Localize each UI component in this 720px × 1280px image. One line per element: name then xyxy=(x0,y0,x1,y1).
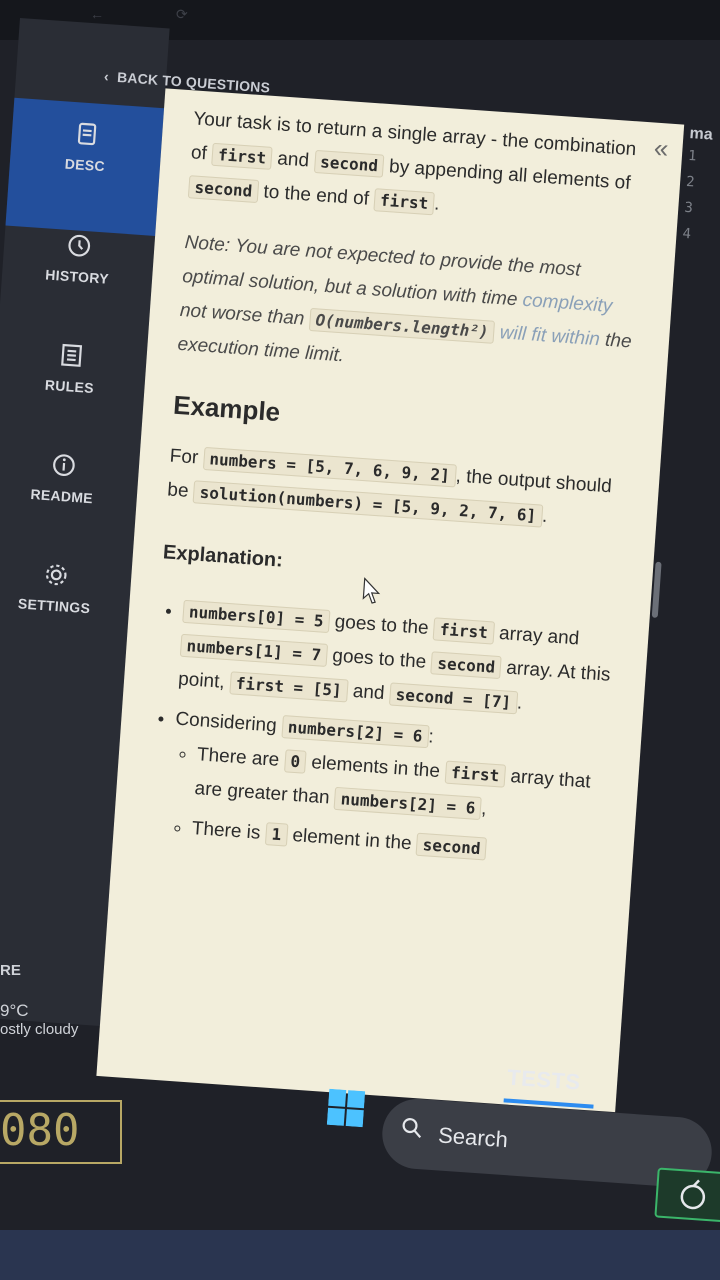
app-screen: ‹ BACK TO QUESTIONS DESC HISTORY RULES R… xyxy=(0,18,718,1144)
sidebar-item-history[interactable]: HISTORY xyxy=(2,227,155,291)
line-number: 4 xyxy=(682,225,692,243)
description-content: Your task is to return a single array - … xyxy=(113,88,684,876)
desk-surface xyxy=(0,1230,720,1280)
chevron-left-icon: ‹ xyxy=(103,68,118,85)
explanation-heading: Explanation: xyxy=(162,541,284,572)
explanation-list: numbers[0] = 5 goes to the first array a… xyxy=(143,593,619,874)
description-panel: « Your task is to return a single array … xyxy=(96,88,685,1113)
search-icon xyxy=(402,1118,422,1139)
info-icon xyxy=(53,454,75,476)
tab-tests[interactable]: TESTS xyxy=(506,1065,581,1096)
display-badge: 080 xyxy=(0,1100,122,1164)
sidebar-item-settings[interactable]: SETTINGS xyxy=(0,557,132,621)
weather-widget[interactable]: RE 9°C ostly cloudy xyxy=(0,962,78,1038)
back-arrow-icon[interactable]: ← xyxy=(90,6,104,22)
sidebar-item-label: RULES xyxy=(44,376,95,397)
list-icon xyxy=(61,343,83,367)
windows-start-icon[interactable] xyxy=(326,1088,366,1128)
sidebar-item-rules[interactable]: RULES xyxy=(0,337,147,401)
apple-app-icon[interactable] xyxy=(654,1167,720,1223)
task-paragraph: Your task is to return a single array - … xyxy=(187,102,653,236)
complexity-note: Note: You are not expected to provide th… xyxy=(176,232,633,367)
refresh-icon[interactable]: ⟳ xyxy=(176,6,188,23)
sidebar-item-label: HISTORY xyxy=(44,266,110,287)
list-item: Considering numbers[2] = 6: There are 0 … xyxy=(167,703,612,875)
sidebar-item-label: README xyxy=(30,485,94,507)
panel-scrollbar[interactable] xyxy=(651,561,662,618)
mouse-cursor-icon xyxy=(362,576,382,609)
sidebar-item-desc[interactable]: DESC xyxy=(5,97,165,236)
sidebar-item-readme[interactable]: README xyxy=(0,447,140,511)
sidebar-item-label: DESC xyxy=(64,155,106,175)
example-paragraph: For numbers = [5, 7, 6, 9, 2], the outpu… xyxy=(166,445,613,528)
sidebar-item-label: SETTINGS xyxy=(17,595,91,617)
clock-icon xyxy=(68,234,91,257)
document-icon xyxy=(77,122,97,146)
collapse-panel-icon[interactable]: « xyxy=(653,133,670,165)
gear-icon xyxy=(45,564,67,586)
